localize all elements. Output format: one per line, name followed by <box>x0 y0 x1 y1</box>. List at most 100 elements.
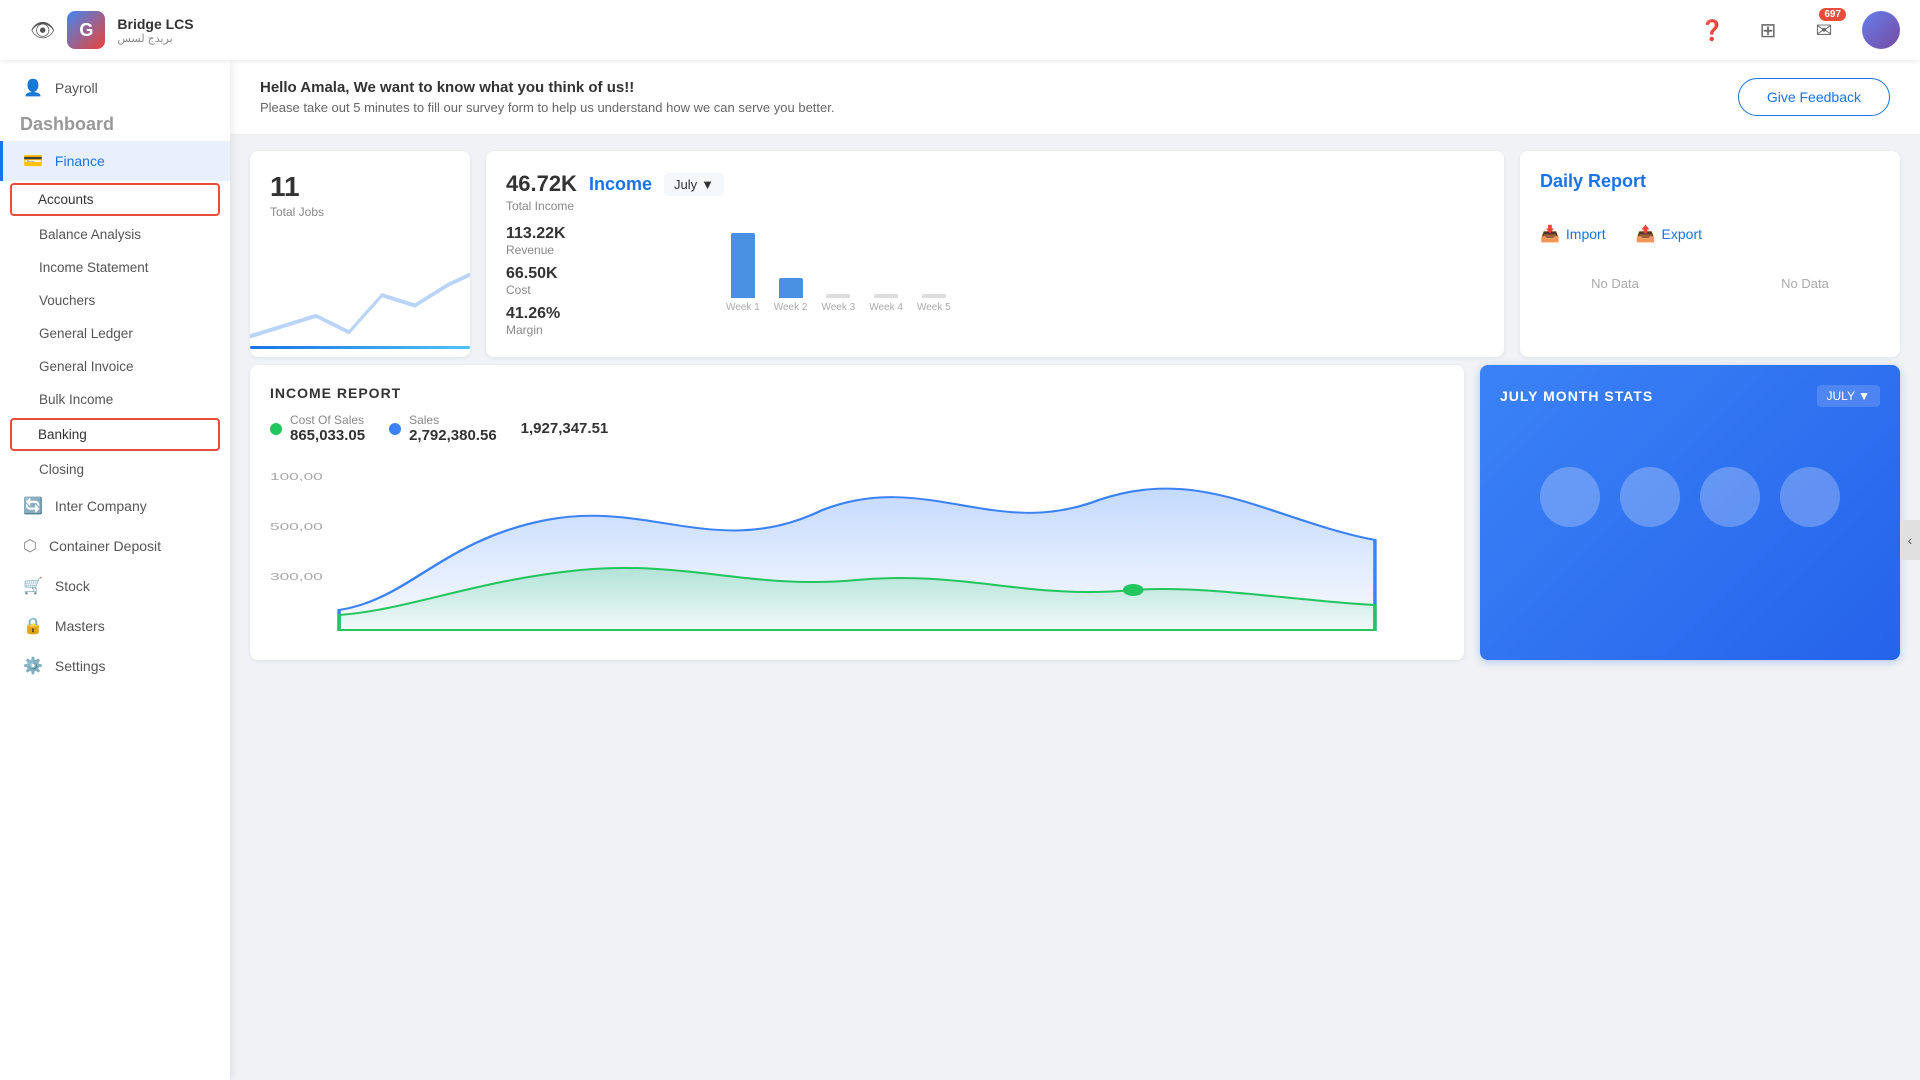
income-bar-chart: Week 1 Week 2 Week 3 Week 4 <box>726 225 1484 337</box>
july-month-selector[interactable]: JULY ▼ <box>1817 385 1880 407</box>
top-stats-row: 11 Total Jobs 46.72K Income July ▼ <box>230 135 1920 365</box>
daily-report-title: Daily Report <box>1540 171 1646 192</box>
bell-icon: ✉ <box>1816 18 1833 43</box>
dropdown-arrow-icon: ▼ <box>701 177 714 192</box>
finance-icon: 💳 <box>23 151 43 171</box>
grid-button[interactable]: ⊞ <box>1750 12 1786 48</box>
daily-section: No Data No Data <box>1540 256 1880 311</box>
july-circles <box>1500 467 1880 527</box>
sidebar-subitem-accounts[interactable]: Accounts <box>10 183 220 216</box>
topbar-actions: ❓ ⊞ ✉ 697 <box>1694 11 1900 49</box>
sidebar-nav: 👤 Payroll Dashboard 💳 Finance Accounts B… <box>0 60 230 1080</box>
sidebar-item-container-deposit[interactable]: ⬡ Container Deposit <box>0 526 230 566</box>
bar-chart-container: Week 1 Week 2 Week 3 Week 4 <box>726 233 1484 313</box>
help-button[interactable]: ❓ <box>1694 12 1730 48</box>
give-feedback-button[interactable]: Give Feedback <box>1738 78 1890 116</box>
sidebar-item-stock[interactable]: 🛒 Stock <box>0 566 230 606</box>
feedback-subtitle: Please take out 5 minutes to fill our su… <box>260 100 1718 115</box>
sidebar-subitem-vouchers[interactable]: Vouchers <box>0 284 230 317</box>
sidebar-subitem-balance-analysis[interactable]: Balance Analysis <box>0 218 230 251</box>
legend-row: Cost Of Sales 865,033.05 Sales 2,792,380… <box>270 413 1444 444</box>
topbar: 👁 G Bridge LCS بريدج لسس ❓ ⊞ ✉ 697 <box>0 0 1920 60</box>
bar-week1-bar <box>731 233 755 298</box>
july-circle-4 <box>1780 467 1840 527</box>
notifications-button[interactable]: ✉ 697 <box>1806 12 1842 48</box>
margin-val: 41.26% <box>506 305 706 323</box>
feedback-title: Hello Amala, We want to know what you th… <box>260 79 1718 96</box>
feedback-banner: Hello Amala, We want to know what you th… <box>230 60 1920 135</box>
income-month-selector[interactable]: July ▼ <box>664 173 724 196</box>
income-report-title: INCOME REPORT <box>270 385 1444 401</box>
topbar-brand: 👁 G Bridge LCS بريدج لسس <box>30 11 194 49</box>
sidebar-item-inter-company[interactable]: 🔄 Inter Company <box>0 486 230 526</box>
sales-dot <box>389 423 401 435</box>
legend-total: 1,927,347.51 <box>521 413 609 444</box>
daily-actions: 📥 Import 📤 Export <box>1540 224 1880 244</box>
bar-week4: Week 4 <box>869 294 903 313</box>
sidebar-item-masters[interactable]: 🔒 Masters <box>0 606 230 646</box>
finance-submenu: Accounts Balance Analysis Income Stateme… <box>0 183 230 486</box>
income-header: 46.72K Income July ▼ Total Income <box>506 171 1484 213</box>
help-icon: ❓ <box>1700 18 1725 43</box>
jobs-card: 11 Total Jobs <box>250 151 470 357</box>
container-deposit-icon: ⬡ <box>23 536 37 556</box>
jobs-progress-bar <box>250 346 470 349</box>
july-circle-3 <box>1700 467 1760 527</box>
daily-col-import: No Data <box>1540 256 1690 311</box>
main-content: Hello Amala, We want to know what you th… <box>230 60 1920 1080</box>
bar-week4-bar <box>874 294 898 298</box>
app-logo: G <box>67 11 105 49</box>
income-main: 113.22K Revenue 66.50K Cost 41.26% Margi… <box>506 225 1484 337</box>
jobs-label: Total Jobs <box>270 205 450 219</box>
cost-label: Cost <box>506 283 706 297</box>
sidebar-subitem-bulk-income[interactable]: Bulk Income <box>0 383 230 416</box>
svg-text:500,00: 500,00 <box>270 521 323 532</box>
notification-badge: 697 <box>1819 8 1846 21</box>
income-total-val: 46.72K <box>506 171 577 197</box>
export-action[interactable]: 📤 Export <box>1636 224 1702 244</box>
dashboard-label: Dashboard <box>0 108 230 141</box>
july-header: JULY MONTH STATS JULY ▼ <box>1500 385 1880 407</box>
income-title: Income <box>589 174 652 195</box>
jobs-sparkline <box>250 254 470 357</box>
cost-dot-marker <box>1123 584 1144 596</box>
stock-icon: 🛒 <box>23 576 43 596</box>
july-circle-1 <box>1540 467 1600 527</box>
svg-text:100,00: 100,00 <box>270 471 323 482</box>
jobs-count: 11 <box>270 171 450 203</box>
sidebar-item-settings[interactable]: ⚙️ Settings <box>0 646 230 686</box>
sidebar-subitem-closing[interactable]: Closing <box>0 453 230 486</box>
july-title: JULY MONTH STATS <box>1500 388 1653 404</box>
income-card: 46.72K Income July ▼ Total Income 113.22… <box>486 151 1504 357</box>
july-circle-2 <box>1620 467 1680 527</box>
legend-sales: Sales 2,792,380.56 <box>389 413 497 444</box>
user-avatar[interactable] <box>1862 11 1900 49</box>
revenue-val: 113.22K <box>506 225 706 243</box>
bar-week2: Week 2 <box>774 278 808 313</box>
revenue-label: Revenue <box>506 243 706 257</box>
payroll-icon: 👤 <box>23 78 43 98</box>
bottom-row: INCOME REPORT Cost Of Sales 865,033.05 S… <box>230 365 1920 676</box>
sidebar-subitem-general-invoice[interactable]: General Invoice <box>0 350 230 383</box>
chevron-left-icon: ‹ <box>1908 532 1913 548</box>
bar-week2-bar <box>779 278 803 298</box>
income-total-label: Total Income <box>506 199 724 213</box>
grid-icon: ⊞ <box>1760 18 1777 43</box>
export-icon: 📤 <box>1636 224 1656 244</box>
income-report-card: INCOME REPORT Cost Of Sales 865,033.05 S… <box>250 365 1464 660</box>
eye-icon[interactable]: 👁 <box>30 18 55 43</box>
sidebar-subitem-income-statement[interactable]: Income Statement <box>0 251 230 284</box>
sidebar-subitem-banking[interactable]: Banking <box>10 418 220 451</box>
import-action[interactable]: 📥 Import <box>1540 224 1606 244</box>
sidebar-item-finance[interactable]: 💳 Finance <box>0 141 230 181</box>
sidebar-item-payroll[interactable]: 👤 Payroll <box>0 68 230 108</box>
feedback-text: Hello Amala, We want to know what you th… <box>260 79 1718 115</box>
bar-week5-bar <box>922 294 946 298</box>
area-chart-svg: 100,00 500,00 300,00 <box>270 460 1444 640</box>
collapse-panel-button[interactable]: ‹ <box>1900 520 1920 560</box>
july-stats-card: JULY MONTH STATS JULY ▼ <box>1480 365 1900 660</box>
bar-week5: Week 5 <box>917 294 951 313</box>
sidebar-subitem-general-ledger[interactable]: General Ledger <box>0 317 230 350</box>
bar-week3: Week 3 <box>821 294 855 313</box>
daily-report-card: Daily Report 📥 Import 📤 Export No Data N… <box>1520 151 1900 357</box>
